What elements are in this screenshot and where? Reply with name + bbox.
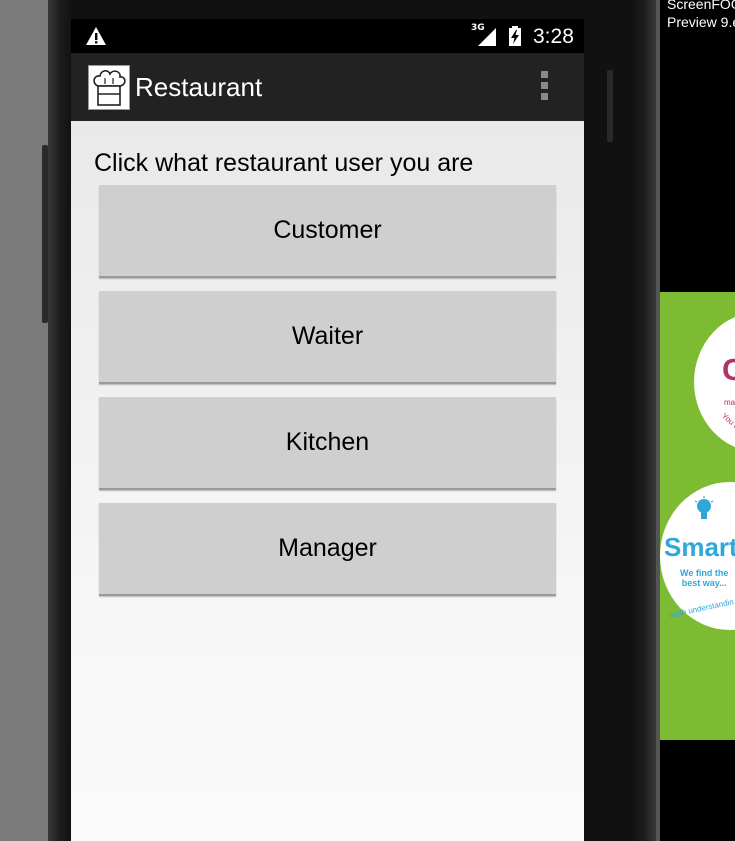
status-time: 3:28 [533, 25, 574, 48]
filename-line-2: Preview 9.e [667, 14, 735, 30]
volume-key[interactable] [42, 145, 48, 323]
ad-tagline: We find the best way... [680, 568, 728, 588]
battery-charging-icon [509, 26, 521, 46]
main-content: Click what restaurant user you are Custo… [71, 121, 584, 841]
prompt-label: Click what restaurant user you are [94, 149, 474, 177]
kitchen-button[interactable]: Kitchen [99, 397, 556, 490]
ad-heading: Smart [664, 532, 735, 562]
waiter-button[interactable]: Waiter [99, 291, 556, 384]
ad-small-text: mal [724, 398, 735, 407]
ad-tagline-line-2: best way... [681, 578, 727, 588]
status-bar: 3G 3:28 [71, 19, 584, 53]
background-window-title: ScreenFOG Preview 9.e [667, 0, 735, 31]
chef-hat-icon[interactable] [88, 65, 130, 110]
manager-button[interactable]: Manager [99, 503, 556, 596]
background-window[interactable]: ScreenFOG Preview 9.e C mal You ca Smart… [656, 0, 735, 841]
ad-tagline-line-1: We find the [680, 568, 729, 578]
power-key[interactable] [607, 70, 613, 142]
warning-icon [86, 27, 106, 45]
advertisement-panel[interactable]: C mal You ca Smart We find the best way.… [660, 292, 735, 740]
app-title: Restaurant [135, 72, 263, 102]
lightbulb-icon [694, 496, 714, 519]
action-bar: Restaurant [71, 53, 584, 121]
customer-button[interactable]: Customer [99, 185, 556, 278]
device-screen: 3G 3:28 Restaurant Click what restaurant… [71, 19, 584, 841]
overflow-menu-icon[interactable] [537, 71, 551, 103]
ad-letter: C [722, 352, 735, 388]
signal-icon [478, 28, 496, 46]
filename-line-1: ScreenFOG [667, 0, 735, 12]
